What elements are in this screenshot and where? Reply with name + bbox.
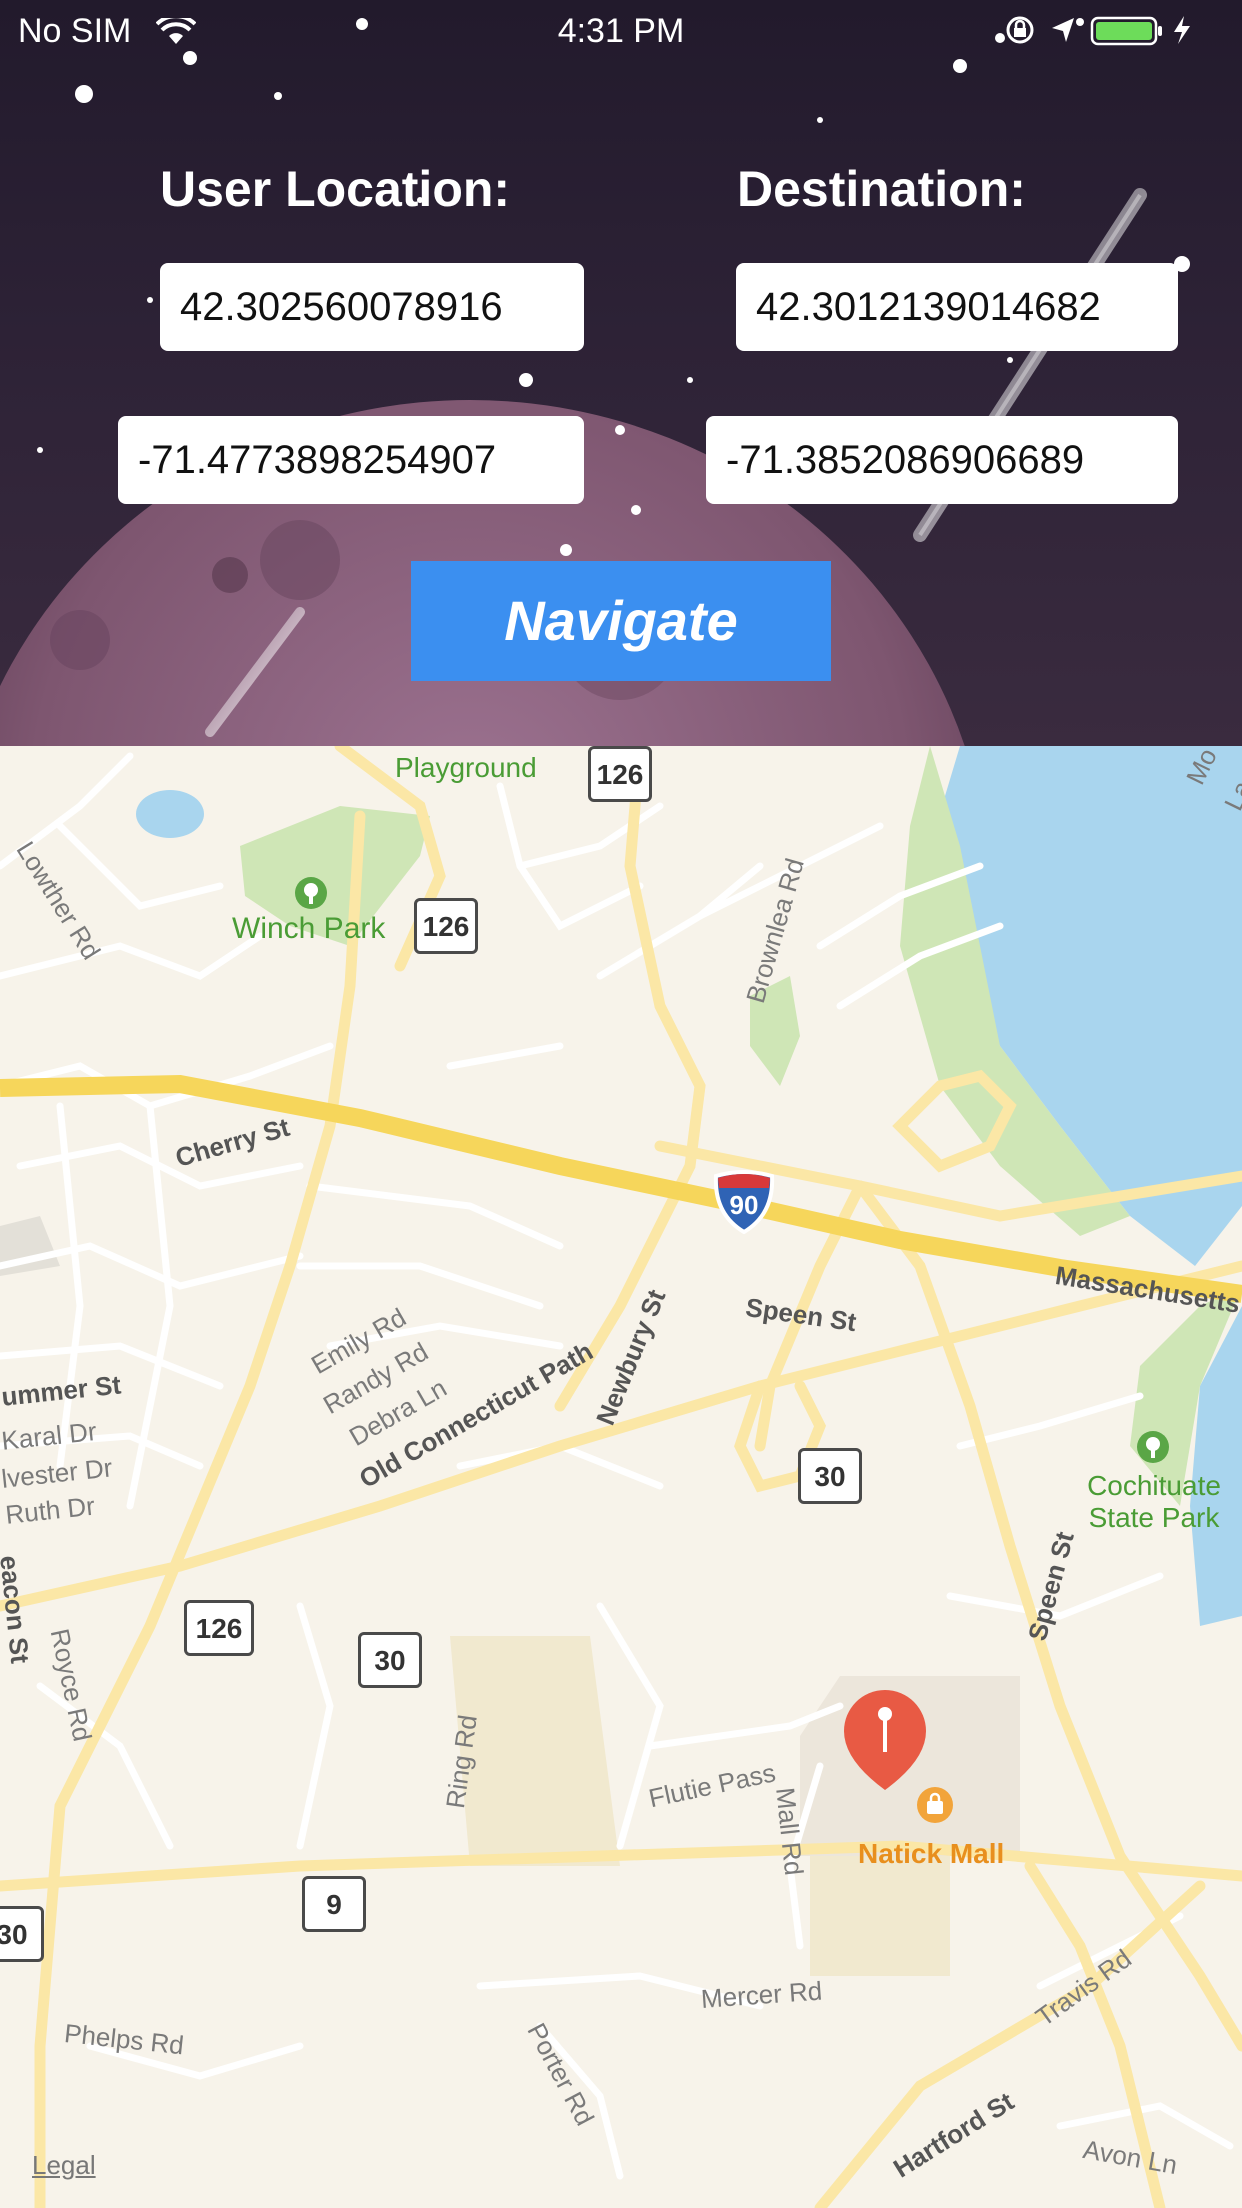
- map-pin-icon[interactable]: [842, 1688, 928, 1797]
- status-right-icons: [1004, 14, 1224, 55]
- pond: [136, 790, 204, 838]
- route-30-shield: 30: [358, 1632, 422, 1688]
- navigate-button[interactable]: Navigate: [411, 561, 831, 681]
- user-latitude-input[interactable]: [160, 263, 584, 351]
- route-30-shield: 30: [798, 1448, 862, 1504]
- user-longitude-input[interactable]: [118, 416, 584, 504]
- parking-lot: [810, 1856, 950, 1976]
- tree-icon: [1136, 1430, 1170, 1469]
- header-panel: No SIM 4:31 PM User Location: Destinatio…: [0, 0, 1242, 746]
- route-126-shield: 126: [184, 1600, 254, 1656]
- route-126-shield: 126: [414, 898, 478, 954]
- interstate-90-number: 90: [729, 1190, 759, 1220]
- orientation-lock-icon: [1006, 16, 1034, 44]
- route-126-shield: 126: [588, 746, 652, 802]
- status-bar: No SIM 4:31 PM: [0, 0, 1242, 60]
- route-9-shield: 9: [302, 1876, 366, 1932]
- map-view[interactable]: Playground Winch Park Lowther Rd Brownle…: [0, 746, 1242, 2208]
- location-arrow-icon: [1052, 18, 1074, 42]
- tree-icon: [294, 876, 328, 915]
- destination-longitude-input[interactable]: [706, 416, 1178, 504]
- map-label-cochituate-state-park: Cochituate State Park: [1087, 1470, 1221, 1533]
- destination-label: Destination:: [737, 161, 1026, 217]
- map-label-playground: Playground: [395, 752, 537, 783]
- interstate-90-shield: 90: [712, 1170, 776, 1234]
- route-30-shield: 30: [0, 1906, 44, 1962]
- map-label-winch-park: Winch Park: [232, 912, 386, 945]
- charging-icon: [1174, 16, 1190, 44]
- destination-latitude-input[interactable]: [736, 263, 1178, 351]
- battery-icon: [1090, 16, 1162, 46]
- user-location-label: User Location:: [160, 161, 511, 217]
- legal-link[interactable]: Legal: [32, 2150, 96, 2181]
- map-label-natick-mall: Natick Mall: [858, 1838, 1005, 1869]
